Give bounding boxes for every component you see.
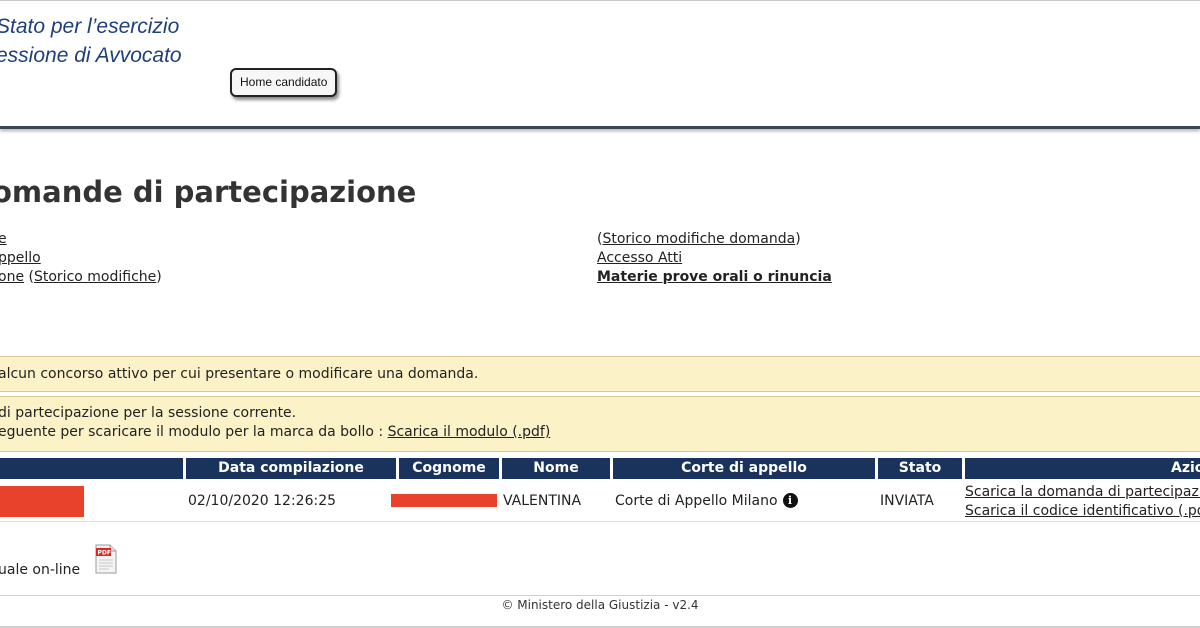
home-candidato-button[interactable]: Home candidato xyxy=(230,68,338,97)
right-link-3-row: Materie prove orali o rinuncia xyxy=(597,268,832,287)
manual-online-text: uale on-line xyxy=(0,562,81,578)
scarica-domanda-link[interactable]: Scarica la domanda di partecipazione xyxy=(965,483,1200,502)
table-header-nome: Nome xyxy=(502,458,610,479)
table-header-cognome: Cognome xyxy=(399,458,499,479)
table-header-azioni-label: Azioni xyxy=(1171,460,1200,476)
storico-modifiche-domanda-link[interactable]: Storico modifiche domanda xyxy=(602,231,795,247)
accesso-atti-link[interactable]: Accesso Atti xyxy=(597,250,682,266)
left-link-appello[interactable]: ppello xyxy=(0,250,41,266)
pdf-icon[interactable]: PDF xyxy=(95,544,117,574)
left-link-2-row: ppello xyxy=(0,249,41,268)
scarica-modulo-link[interactable]: Scarica il modulo (.pdf) xyxy=(388,424,551,440)
paren-close: ) xyxy=(156,269,162,285)
footer-text: © Ministero della Giustizia - v2.4 xyxy=(501,598,699,612)
left-link-1[interactable]: e xyxy=(0,231,7,247)
storico-modifiche-link[interactable]: Storico modifiche xyxy=(34,269,156,285)
cell-corte: Corte di Appello Milano i xyxy=(615,482,877,520)
redacted-cognome xyxy=(391,494,497,507)
header-title-line1: Stato per l’esercizio xyxy=(0,15,180,38)
materie-prove-orali-link[interactable]: Materie prove orali o rinuncia xyxy=(597,269,832,285)
cell-corte-text: Corte di Appello Milano xyxy=(615,493,778,509)
table-header-stato: Stato xyxy=(878,458,962,479)
top-border xyxy=(0,0,1200,1)
notice-no-contest-text: alcun concorso attivo per cui presentare… xyxy=(0,366,479,382)
header-title: Stato per l’esercizio essione di Avvocat… xyxy=(0,12,182,70)
page-title: omande di partecipazione xyxy=(0,175,417,209)
header-divider xyxy=(0,126,1200,129)
pdf-icon-label: PDF xyxy=(98,550,111,557)
left-link-3-row: one (Storico modifiche) xyxy=(0,268,162,287)
paren-close: ) xyxy=(795,231,801,247)
header-title-line2: essione di Avvocato xyxy=(0,44,182,67)
table-header-first xyxy=(0,458,183,479)
right-link-1-row: (Storico modifiche domanda) xyxy=(597,230,801,249)
notice-current-line1: di partecipazione per la sessione corren… xyxy=(0,405,297,421)
cell-stato: INVIATA xyxy=(880,493,934,509)
redacted-cell xyxy=(0,486,84,517)
table-header-azioni: Azioni xyxy=(965,458,1200,479)
info-icon[interactable]: i xyxy=(782,493,798,508)
scarica-codice-link[interactable]: Scarica il codice identificativo (.pdf) xyxy=(965,502,1200,521)
notice-current-line2: eguente per scaricare il modulo per la m… xyxy=(0,423,550,442)
cell-nome: VALENTINA xyxy=(503,493,582,509)
notice-no-contest: alcun concorso attivo per cui presentare… xyxy=(0,356,1200,392)
left-link-1-row: e xyxy=(0,230,7,249)
table-header-data: Data compilazione xyxy=(186,458,396,479)
right-link-2-row: Accesso Atti xyxy=(597,249,682,268)
cell-data-compilazione: 02/10/2020 12:26:25 xyxy=(188,493,337,509)
left-link-domanda[interactable]: one xyxy=(0,269,24,285)
notice-current-line2-text: eguente per scaricare il modulo per la m… xyxy=(0,424,388,440)
table-header-corte: Corte di appello xyxy=(613,458,875,479)
cell-azioni: Scarica la domanda di partecipazione Sca… xyxy=(965,483,1200,521)
row-divider xyxy=(0,521,1200,522)
notice-current-session: di partecipazione per la sessione corren… xyxy=(0,396,1200,452)
paren-open: ( xyxy=(24,269,34,285)
